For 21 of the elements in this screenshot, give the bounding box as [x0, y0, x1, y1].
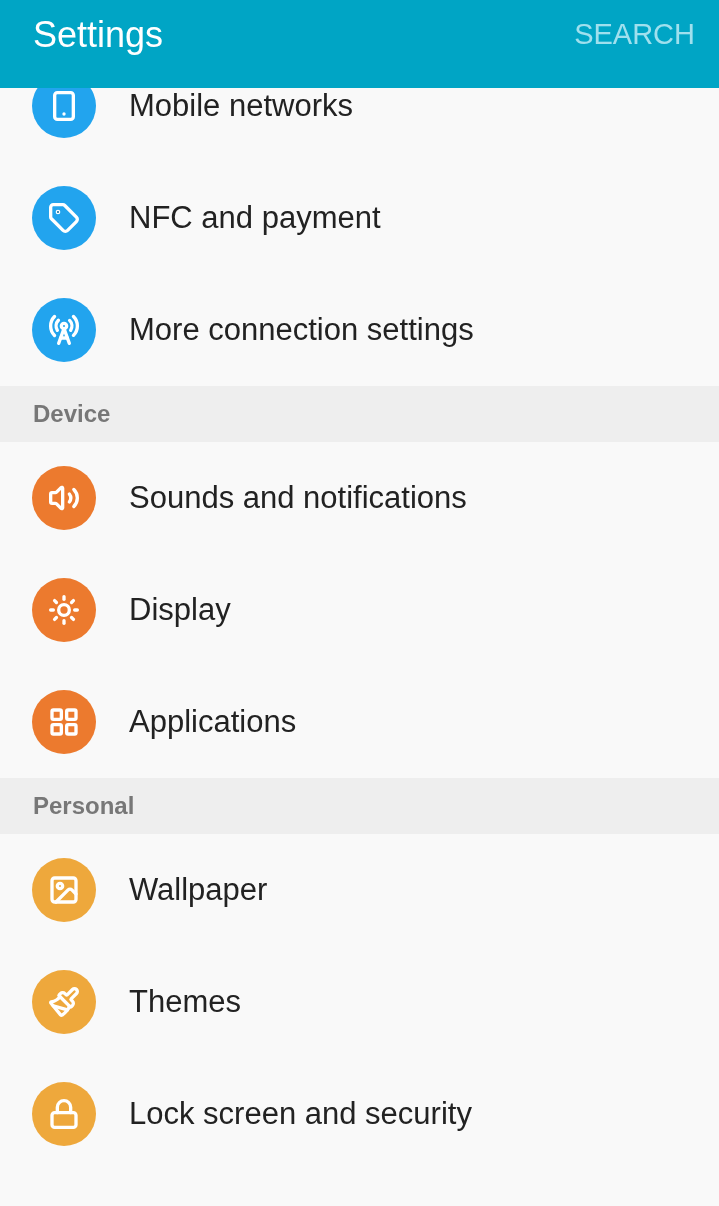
settings-item[interactable]: Mobile networks: [0, 88, 719, 162]
section-title: Device: [33, 399, 111, 429]
item-label: Wallpaper: [129, 870, 268, 909]
settings-item[interactable]: NFC and payment: [0, 162, 719, 274]
item-label: Lock screen and security: [129, 1094, 472, 1133]
settings-item[interactable]: Lock screen and security: [0, 1058, 719, 1170]
item-label: Display: [129, 590, 231, 629]
item-label: More connection settings: [129, 310, 474, 349]
item-label: NFC and payment: [129, 198, 381, 237]
settings-item[interactable]: Display: [0, 554, 719, 666]
section-title: Personal: [33, 791, 135, 821]
item-label: Sounds and notifications: [129, 478, 467, 517]
item-label: Themes: [129, 982, 241, 1021]
settings-item[interactable]: Applications: [0, 666, 719, 778]
item-label: Mobile networks: [129, 88, 353, 125]
settings-item[interactable]: Themes: [0, 946, 719, 1058]
settings-item[interactable]: More connection settings: [0, 274, 719, 386]
item-label: Applications: [129, 702, 297, 741]
settings-item[interactable]: Wallpaper: [0, 834, 719, 946]
settings-item[interactable]: Sounds and notifications: [0, 442, 719, 554]
app-bar-title: Settings: [33, 13, 164, 57]
